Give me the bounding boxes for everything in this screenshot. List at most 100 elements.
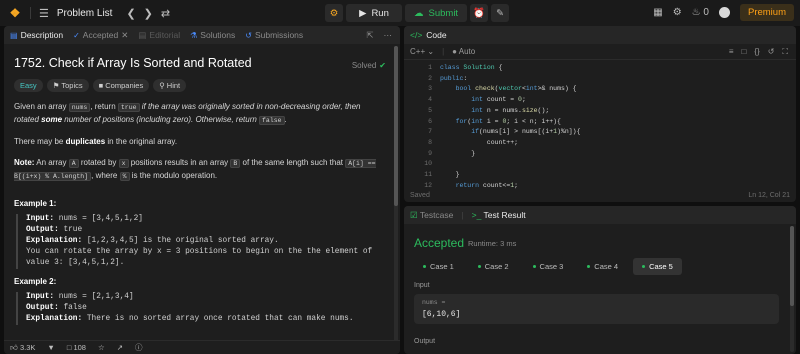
- chevron-left-icon[interactable]: ❮: [126, 7, 135, 20]
- avatar[interactable]: [718, 7, 730, 18]
- tab-accepted[interactable]: ✓ Accepted ✕: [73, 30, 128, 41]
- page-title: 1752. Check if Array Is Sorted and Rotat…: [14, 56, 252, 70]
- case-tab[interactable]: Case 3: [524, 258, 573, 275]
- code-line: }: [440, 171, 460, 178]
- auto-mode[interactable]: ● Auto: [452, 47, 475, 56]
- submit-button[interactable]: ☁ Submit: [405, 4, 468, 22]
- tab-label: Test Result: [483, 210, 526, 220]
- duplicates-note: There may be duplicates in the original …: [14, 136, 386, 148]
- example-title: Example 2:: [14, 277, 57, 286]
- dislike-button[interactable]: ▼: [47, 343, 54, 352]
- explanation-line: You can rotate the array by x = 3 positi…: [26, 248, 373, 256]
- case-tab[interactable]: Case 4: [578, 258, 627, 275]
- history-icon: ↺: [245, 30, 252, 40]
- case-tab[interactable]: Case 2: [469, 258, 518, 275]
- text: rotated by: [78, 158, 119, 167]
- editor-status-bar: Saved Ln 12, Col 21: [404, 188, 796, 202]
- value: true: [58, 226, 83, 234]
- example-output: Output: false: [26, 303, 390, 314]
- problem-statement: Given an array nums, return true if the …: [14, 101, 386, 127]
- label: Input:: [26, 215, 55, 223]
- reset-icon[interactable]: ↺: [768, 47, 775, 57]
- check-circle-icon: ✔: [379, 61, 386, 70]
- divider: [30, 7, 31, 19]
- topics-chip[interactable]: ⚑ Topics: [46, 79, 89, 92]
- tab-submissions[interactable]: ↺ Submissions: [245, 30, 303, 40]
- line-number: 5: [428, 106, 432, 114]
- lock-icon: ■: [98, 81, 104, 90]
- run-button[interactable]: ▶ Run: [346, 4, 402, 22]
- language-select[interactable]: C++ ⌄: [410, 47, 434, 56]
- expand-icon[interactable]: ⇱: [366, 30, 373, 41]
- star-icon[interactable]: ☆: [98, 343, 105, 352]
- inline-code: B: [230, 159, 241, 168]
- tab-solutions[interactable]: ⚗ Solutions: [190, 30, 235, 40]
- run-label: Run: [371, 7, 389, 19]
- comments-button[interactable]: □ 108: [67, 343, 86, 352]
- debug-button[interactable]: ⚙: [325, 4, 343, 22]
- notes-button[interactable]: ✎: [491, 4, 510, 22]
- tag-icon: ⚑: [52, 81, 60, 90]
- case-tab[interactable]: Case 5: [633, 258, 682, 275]
- grid-icon[interactable]: ▦: [653, 7, 662, 18]
- case-tab[interactable]: Case 1: [414, 258, 463, 275]
- close-icon[interactable]: ✕: [121, 30, 128, 41]
- settings-icon[interactable]: ⚙: [673, 7, 682, 18]
- timer-button[interactable]: ⏰: [470, 4, 489, 22]
- result-panel: ☑ Testcase | >_ Test Result Accepted Run…: [404, 206, 796, 354]
- scrollbar[interactable]: [394, 46, 398, 346]
- checkbox-icon: ☑: [410, 209, 418, 220]
- line-number: 8: [428, 138, 432, 146]
- inline-code: false: [259, 116, 285, 125]
- submit-label: Submit: [428, 7, 459, 19]
- help-icon[interactable]: ⓘ: [135, 342, 143, 353]
- inline-code: true: [117, 103, 140, 112]
- tab-testcase[interactable]: ☑ Testcase: [410, 210, 453, 221]
- hint-chip[interactable]: ⚲ Hint: [153, 79, 187, 92]
- value: [1,2,3,4,5] is the original sorted array…: [82, 237, 279, 245]
- companies-chip[interactable]: ■ Companies: [92, 79, 150, 92]
- scrollbar[interactable]: [790, 226, 794, 352]
- share-icon[interactable]: ↗: [117, 343, 123, 352]
- bookmark-icon[interactable]: □: [742, 47, 747, 57]
- value: nums = [3,4,5,1,2]: [54, 215, 143, 223]
- tab-label: Submissions: [254, 30, 304, 40]
- result-tab-bar: ☑ Testcase | >_ Test Result: [404, 206, 796, 224]
- leetcode-logo-icon[interactable]: ❖: [8, 6, 22, 20]
- tab-editorial[interactable]: ▤ Editorial: [138, 30, 180, 41]
- action-bar: 👍︎ 3.3K ▼ □ 108 ☆ ↗ ⓘ: [4, 340, 400, 354]
- divider: |: [442, 47, 445, 56]
- label: Output:: [26, 304, 59, 312]
- flask-icon: ⚗: [190, 30, 198, 40]
- thumbs-down-icon: ▼: [47, 343, 55, 352]
- text: some: [41, 115, 63, 124]
- like-button[interactable]: 👍︎ 3.3K: [10, 343, 35, 353]
- fullscreen-icon[interactable]: ⛶: [782, 47, 788, 57]
- check-icon: ✓: [73, 30, 80, 40]
- more-icon[interactable]: ⋯: [384, 30, 393, 41]
- chevron-right-icon[interactable]: ❯: [144, 7, 153, 20]
- code-panel: </> Code C++ ⌄ | ● Auto ≡ □ {} ↺ ⛶ 1 clas…: [404, 26, 796, 202]
- description-tabs: ▤ Description ✓ Accepted ✕ ▤ Editorial ⚗ Sol…: [4, 26, 400, 44]
- tab-code[interactable]: Code: [426, 30, 446, 40]
- braces-icon[interactable]: {}: [754, 47, 759, 57]
- tab-test-result[interactable]: >_ Test Result: [472, 210, 526, 220]
- problem-list-link[interactable]: Problem List: [57, 8, 113, 19]
- code-editor[interactable]: 1 class Solution {2 public: 3 bool check(ve…: [404, 60, 796, 189]
- format-icon[interactable]: ≡: [729, 47, 734, 57]
- value: false: [58, 304, 87, 312]
- input-name: nums =: [422, 299, 446, 306]
- problem-description: 1752. Check if Array Is Sorted and Rotat…: [4, 44, 400, 333]
- premium-button[interactable]: Premium: [739, 4, 794, 21]
- code-toolbar: C++ ⌄ | ● Auto ≡ □ {} ↺ ⛶: [404, 44, 796, 60]
- code-line: }: [440, 149, 476, 157]
- shuffle-icon[interactable]: ⇄: [161, 7, 170, 20]
- scrollbar-thumb[interactable]: [790, 226, 794, 306]
- scrollbar-thumb[interactable]: [394, 46, 398, 206]
- streak-counter[interactable]: ♨ 0: [692, 7, 709, 18]
- tab-label: Description: [20, 30, 64, 40]
- tab-description[interactable]: ▤ Description: [10, 30, 63, 40]
- streak-count: 0: [703, 7, 709, 18]
- list-icon[interactable]: ☰: [39, 7, 49, 20]
- text: is the modulo operation.: [129, 171, 218, 180]
